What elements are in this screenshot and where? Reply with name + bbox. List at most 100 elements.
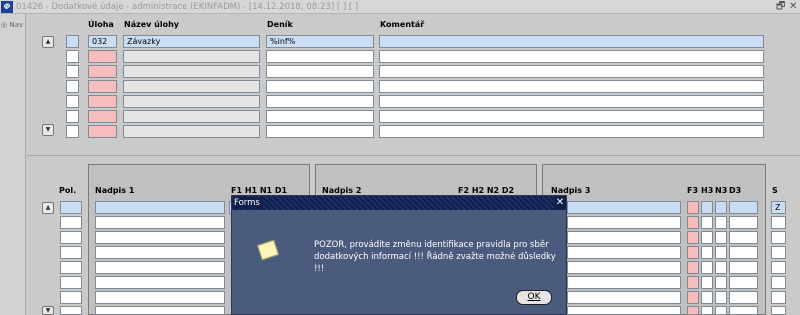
d3-cell[interactable] (729, 216, 758, 229)
nadpis3-cell[interactable] (567, 276, 681, 289)
denik-cell[interactable] (266, 80, 374, 93)
row-selector[interactable] (66, 35, 79, 48)
s-cell[interactable] (771, 261, 786, 274)
s-cell[interactable] (771, 231, 786, 244)
n3-cell[interactable] (715, 276, 727, 289)
h3-cell[interactable] (701, 246, 713, 259)
denik-cell[interactable] (266, 50, 374, 63)
row-selector[interactable] (66, 125, 79, 138)
uloha-cell[interactable] (88, 80, 117, 93)
n3-cell[interactable] (715, 216, 727, 229)
uloha-cell[interactable] (88, 110, 117, 123)
uloha-cell[interactable] (88, 95, 117, 108)
s-cell[interactable]: Z (771, 201, 786, 214)
nadpis1-cell[interactable] (95, 231, 225, 244)
h3-cell[interactable] (701, 201, 713, 214)
row-selector[interactable] (66, 80, 79, 93)
nadpis3-cell[interactable] (567, 216, 681, 229)
nadpis3-cell[interactable] (567, 291, 681, 304)
h3-cell[interactable] (701, 216, 713, 229)
nadpis1-cell[interactable] (95, 246, 225, 259)
upper-scroll-up-button[interactable]: ▲ (42, 36, 54, 48)
nav-button[interactable]: ◎ Nav (1, 21, 23, 29)
nadpis3-cell[interactable] (567, 231, 681, 244)
f3-cell[interactable] (687, 291, 699, 304)
komentar-cell[interactable] (379, 125, 764, 138)
komentar-cell[interactable] (379, 50, 764, 63)
nadpis3-cell[interactable] (567, 261, 681, 274)
nadpis1-cell[interactable] (95, 276, 225, 289)
nadpis1-cell[interactable] (95, 291, 225, 304)
pol-cell[interactable] (60, 201, 82, 214)
komentar-cell[interactable] (379, 95, 764, 108)
denik-cell[interactable] (266, 65, 374, 78)
restore-icon[interactable]: 🗗 (776, 0, 785, 14)
pol-cell[interactable] (60, 261, 82, 274)
nadpis1-cell[interactable] (95, 306, 225, 315)
f3-cell[interactable] (687, 216, 699, 229)
s-cell[interactable] (771, 291, 786, 304)
nadpis3-cell[interactable] (567, 306, 681, 315)
nadpis3-cell[interactable] (567, 246, 681, 259)
denik-cell[interactable] (266, 125, 374, 138)
n3-cell[interactable] (715, 201, 727, 214)
n3-cell[interactable] (715, 261, 727, 274)
row-selector[interactable] (66, 110, 79, 123)
upper-scroll-down-button[interactable]: ▼ (42, 124, 54, 136)
nadpis1-cell[interactable] (95, 201, 225, 214)
h3-cell[interactable] (701, 291, 713, 304)
nadpis3-cell[interactable] (567, 201, 681, 214)
dialog-titlebar[interactable] (232, 196, 566, 210)
lower-scroll-down-button[interactable]: ▼ (42, 306, 54, 315)
uloha-cell[interactable] (88, 50, 117, 63)
denik-cell[interactable]: %inf% (266, 35, 374, 48)
f3-cell[interactable] (687, 231, 699, 244)
komentar-cell[interactable] (379, 80, 764, 93)
f3-cell[interactable] (687, 246, 699, 259)
komentar-cell[interactable] (379, 110, 764, 123)
s-cell[interactable] (771, 216, 786, 229)
pol-cell[interactable] (60, 291, 82, 304)
h3-cell[interactable] (701, 306, 713, 315)
d3-cell[interactable] (729, 201, 758, 214)
d3-cell[interactable] (729, 261, 758, 274)
denik-cell[interactable] (266, 95, 374, 108)
close-icon[interactable]: ✕ (789, 0, 797, 14)
h3-cell[interactable] (701, 276, 713, 289)
row-selector[interactable] (66, 95, 79, 108)
n3-cell[interactable] (715, 291, 727, 304)
f3-cell[interactable] (687, 306, 699, 315)
uloha-cell[interactable]: 032 (88, 35, 117, 48)
f3-cell[interactable] (687, 201, 699, 214)
n3-cell[interactable] (715, 246, 727, 259)
ok-button[interactable]: OK (516, 290, 552, 305)
d3-cell[interactable] (729, 231, 758, 244)
komentar-cell[interactable] (379, 35, 764, 48)
f3-cell[interactable] (687, 276, 699, 289)
row-selector[interactable] (66, 65, 79, 78)
n3-cell[interactable] (715, 231, 727, 244)
nadpis1-cell[interactable] (95, 261, 225, 274)
pol-cell[interactable] (60, 306, 82, 315)
d3-cell[interactable] (729, 306, 758, 315)
h3-cell[interactable] (701, 261, 713, 274)
pol-cell[interactable] (60, 216, 82, 229)
h3-cell[interactable] (701, 231, 713, 244)
s-cell[interactable] (771, 246, 786, 259)
d3-cell[interactable] (729, 291, 758, 304)
dialog-close-icon[interactable]: ✕ (554, 196, 566, 210)
row-selector[interactable] (66, 50, 79, 63)
lower-scroll-up-button[interactable]: ▲ (42, 202, 54, 214)
nazev-ulohy-cell[interactable]: Závazky (123, 35, 260, 48)
uloha-cell[interactable] (88, 125, 117, 138)
pol-cell[interactable] (60, 246, 82, 259)
nadpis1-cell[interactable] (95, 216, 225, 229)
pol-cell[interactable] (60, 231, 82, 244)
pol-cell[interactable] (60, 276, 82, 289)
uloha-cell[interactable] (88, 65, 117, 78)
denik-cell[interactable] (266, 110, 374, 123)
f3-cell[interactable] (687, 261, 699, 274)
komentar-cell[interactable] (379, 65, 764, 78)
d3-cell[interactable] (729, 276, 758, 289)
n3-cell[interactable] (715, 306, 727, 315)
